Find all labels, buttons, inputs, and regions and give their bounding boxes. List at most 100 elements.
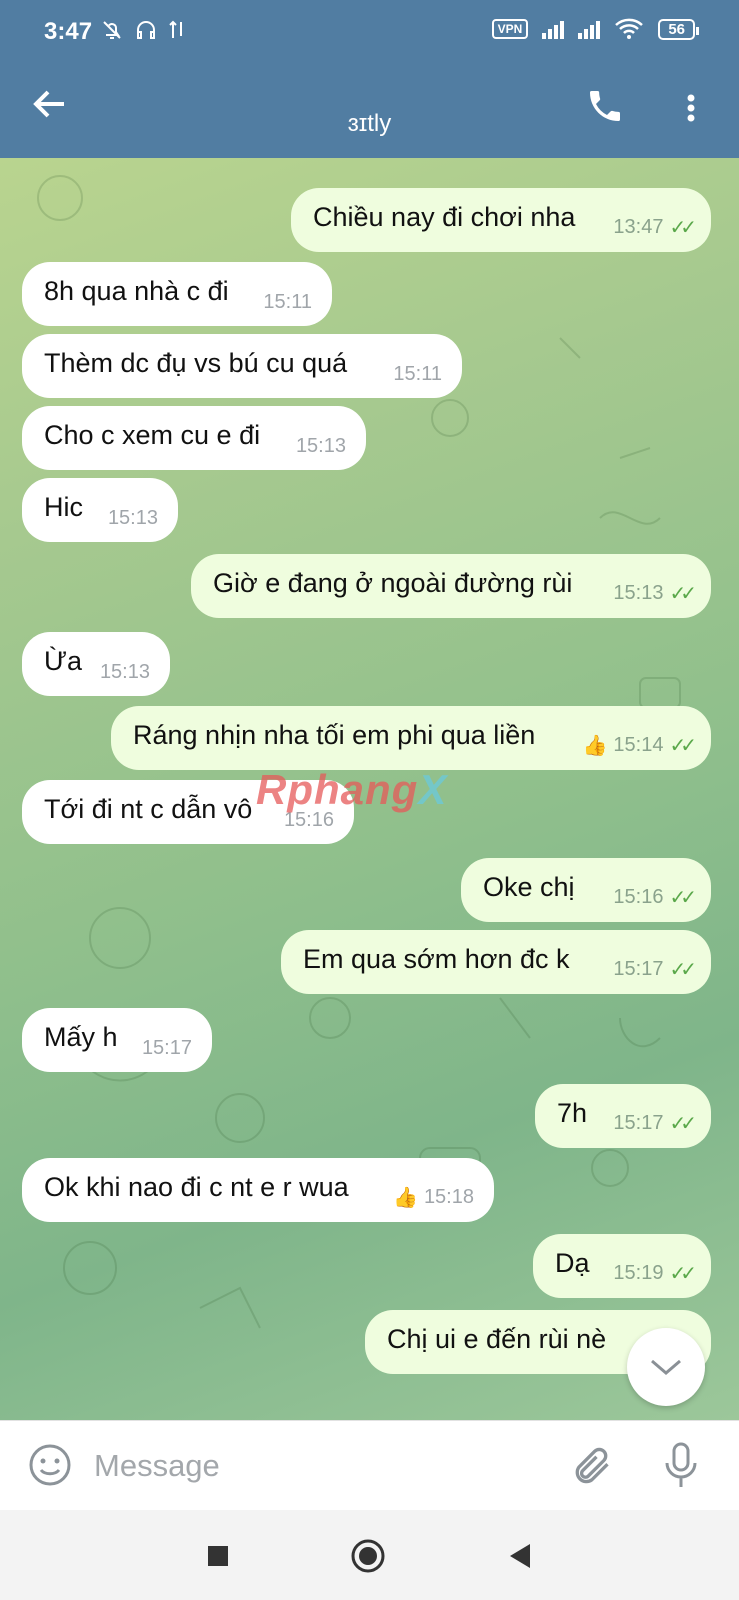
message-text: Hic — [44, 492, 83, 522]
message-meta: 15:13 — [108, 507, 158, 530]
message-text: Em qua sớm hơn đc k — [303, 944, 570, 974]
message-meta: 👍 15:14 ✓✓ — [583, 733, 697, 758]
message-time: 15:13 — [613, 582, 664, 604]
message-meta: 15:13 ✓✓ — [613, 581, 696, 606]
emoji-button[interactable] — [28, 1443, 72, 1487]
battery-indicator: 56 — [658, 18, 699, 40]
message-text: Giờ e đang ở ngoài đường rùi — [213, 568, 573, 598]
wifi-icon — [615, 18, 644, 39]
status-time: 3:47 — [44, 18, 93, 45]
outgoing-message[interactable]: Dạ 15:19 ✓✓ — [533, 1234, 711, 1298]
message-meta: 13:47 ✓✓ — [613, 215, 696, 240]
message-text: Ừa — [44, 646, 83, 676]
message-text: Chị ui e đến rùi nè — [387, 1324, 607, 1354]
more-vertical-icon — [687, 94, 695, 122]
message-time: 15:17 — [613, 1112, 664, 1134]
message-meta: 15:11 — [393, 363, 442, 386]
double-check-icon: ✓✓ — [669, 959, 696, 981]
message-meta: 15:11 — [263, 291, 312, 314]
vpn-badge: VPN — [491, 19, 529, 39]
microphone-icon — [665, 1442, 697, 1487]
double-check-icon: ✓✓ — [669, 735, 696, 757]
message-meta: 15:16 ✓✓ — [613, 885, 696, 910]
home-circle-icon — [351, 1539, 385, 1573]
message-text: Cho c xem cu e đi — [44, 420, 261, 450]
message-input[interactable] — [94, 1443, 534, 1489]
message-time: 15:14 — [613, 734, 664, 756]
message-meta: 👍 15:18 — [393, 1185, 474, 1210]
incoming-message[interactable]: Hic 15:13 — [22, 478, 178, 542]
message-time: 15:13 — [99, 661, 150, 683]
status-left-icons — [100, 18, 186, 42]
headset-icon — [137, 21, 155, 39]
message-text: Ok khi nao đi c nt e r wua — [44, 1172, 349, 1202]
back-nav-button[interactable] — [502, 1538, 538, 1574]
thumbs-up-reaction-icon[interactable]: 👍 — [393, 1185, 418, 1210]
scroll-down-button[interactable] — [627, 1328, 705, 1406]
outgoing-message[interactable]: Giờ e đang ở ngoài đường rùi 15:13 ✓✓ — [191, 554, 711, 618]
message-text: Mấy h — [44, 1022, 118, 1052]
incoming-message[interactable]: Ok khi nao đi c nt e r wua 👍 15:18 — [22, 1158, 494, 1222]
message-time: 15:16 — [613, 886, 664, 908]
double-check-icon: ✓✓ — [669, 1113, 696, 1135]
message-time: 13:47 — [613, 216, 664, 238]
outgoing-message[interactable]: Chiều nay đi chơi nha 13:47 ✓✓ — [291, 188, 711, 252]
voice-record-button[interactable] — [661, 1441, 701, 1491]
smiley-icon — [29, 1444, 71, 1486]
outgoing-message[interactable]: 7h 15:17 ✓✓ — [535, 1084, 711, 1148]
message-text: Thèm dc đụ vs bú cu quá — [44, 348, 348, 378]
attach-button[interactable] — [569, 1443, 613, 1489]
incoming-message[interactable]: 8h qua nhà c đi 15:11 — [22, 262, 332, 326]
outgoing-message[interactable]: Ráng nhịn nha tối em phi qua liền 👍 15:14 ✓… — [111, 706, 711, 770]
outgoing-message[interactable]: Oke chị 15:16 ✓✓ — [461, 858, 711, 922]
data-arrows-icon — [169, 20, 182, 38]
message-text: 8h qua nhà c đi — [44, 276, 229, 306]
call-button[interactable] — [585, 86, 629, 130]
double-check-icon: ✓✓ — [669, 217, 696, 239]
message-text: Chiều nay đi chơi nha — [313, 202, 576, 232]
message-time: 15:13 — [295, 435, 346, 457]
double-check-icon: ✓✓ — [669, 887, 696, 909]
message-text: Ráng nhịn nha tối em phi qua liền — [133, 720, 536, 750]
message-meta: 15:19 ✓✓ — [613, 1261, 696, 1286]
message-composer — [0, 1420, 739, 1510]
more-menu-button[interactable] — [681, 86, 701, 130]
message-time: 15:17 — [141, 1037, 192, 1059]
signal-icon-2 — [578, 19, 601, 39]
chat-area[interactable]: Chiều nay đi chơi nha 13:47 ✓✓ 8h qua nhà c… — [0, 158, 739, 1420]
message-time: 15:19 — [613, 1262, 664, 1284]
system-nav-bar — [0, 1510, 739, 1600]
incoming-message[interactable]: Ừa 15:13 — [22, 632, 170, 696]
message-text: 7h — [557, 1098, 588, 1128]
status-right-icons: VPN 56 — [491, 18, 699, 40]
message-text: Tới đi nt c dẫn vô — [44, 794, 253, 824]
message-time: 15:11 — [393, 363, 442, 385]
message-text: Oke chị — [483, 872, 575, 902]
message-time: 15:13 — [107, 507, 158, 529]
status-bar: 3:47 VPN 56 — [0, 0, 739, 66]
incoming-message[interactable]: Cho c xem cu e đi 15:13 — [22, 406, 366, 470]
message-meta: 15:17 ✓✓ — [613, 1111, 696, 1136]
message-meta: 15:17 — [142, 1037, 192, 1060]
recents-button[interactable] — [200, 1538, 236, 1574]
bell-off-icon — [103, 21, 121, 39]
message-meta: 15:17 ✓✓ — [613, 957, 696, 982]
signal-icon — [542, 19, 565, 39]
message-time: 15:18 — [423, 1186, 474, 1208]
chat-header: ɜɪtly — [0, 66, 739, 158]
double-check-icon: ✓✓ — [669, 583, 696, 605]
double-check-icon: ✓✓ — [669, 1263, 696, 1285]
message-meta: 15:13 — [100, 661, 150, 684]
watermark-logo: RphangX — [256, 766, 448, 813]
outgoing-message[interactable]: Em qua sớm hơn đc k 15:17 ✓✓ — [281, 930, 711, 994]
phone-icon — [590, 91, 620, 121]
chevron-down-icon — [651, 1359, 681, 1375]
square-icon — [208, 1546, 228, 1566]
thumbs-up-reaction-icon[interactable]: 👍 — [583, 733, 608, 758]
message-time: 15:17 — [613, 958, 664, 980]
incoming-message[interactable]: Mấy h 15:17 — [22, 1008, 212, 1072]
top-bar: 3:47 VPN 56 ɜɪtly — [0, 0, 739, 158]
message-meta: 15:13 — [296, 435, 346, 458]
home-button[interactable] — [350, 1538, 386, 1574]
incoming-message[interactable]: Thèm dc đụ vs bú cu quá 15:11 — [22, 334, 462, 398]
